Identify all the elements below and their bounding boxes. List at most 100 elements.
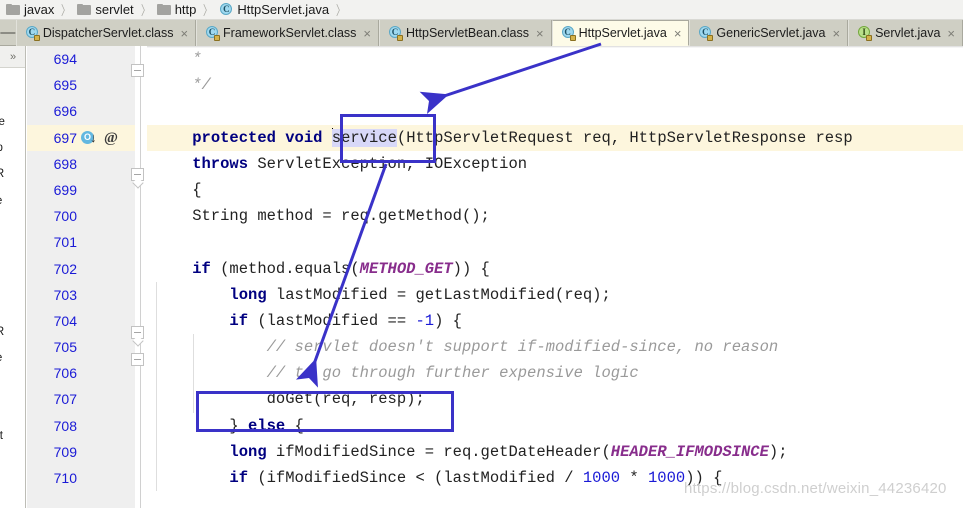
tab-httpservletbean-class[interactable]: C HttpServletBean.class × [379, 20, 552, 46]
close-icon[interactable]: × [947, 27, 955, 40]
breadcrumb-item-httpservlet-java[interactable]: C HttpServlet.java [219, 0, 329, 20]
fold-marker-699[interactable] [131, 168, 144, 181]
gutter-icon-group: O ↓ @ [81, 125, 118, 151]
code-number: 1000 [648, 469, 686, 487]
gutter-line-697[interactable]: 697 O ↓ @ [27, 124, 135, 151]
close-icon[interactable]: × [833, 27, 841, 40]
ide-window: javax 〉 servlet 〉 http 〉 C HttpServlet.j… [0, 0, 963, 508]
override-method-icon[interactable]: O ↓ [81, 130, 97, 145]
code-line-703[interactable]: long lastModified = getLastModified(req)… [147, 281, 963, 308]
list-item[interactable]: E: St [0, 423, 25, 449]
gutter-line-695[interactable]: 695 [27, 72, 135, 98]
code-line-701[interactable] [147, 229, 963, 255]
doget-call-highlight-box [196, 391, 454, 432]
tab-genericservlet-java[interactable]: C GenericServlet.java × [689, 20, 849, 46]
list-item[interactable]: letRe [0, 109, 25, 135]
tab-label: DispatcherServlet.class [42, 26, 174, 40]
code-line-705[interactable]: // servlet doesn't support if-modified-s… [147, 334, 963, 361]
close-icon[interactable]: × [536, 27, 544, 40]
code-text: String method = req.getMethod(); [155, 207, 490, 226]
tab-dispatcherservlet-class[interactable]: C DispatcherServlet.class × [15, 20, 197, 46]
code-line-704[interactable]: if (lastModified == -1) { [147, 307, 963, 335]
code-line-695[interactable]: */ [147, 72, 963, 98]
code-line-699[interactable]: { [147, 177, 963, 203]
list-item[interactable]: ervl [0, 292, 25, 318]
annotation-at-icon[interactable]: @ [104, 125, 118, 151]
breadcrumb-item-javax[interactable]: javax [6, 0, 54, 20]
gutter-line-700[interactable]: 700 [27, 203, 135, 229]
gutter-line-709[interactable]: 709 [27, 439, 135, 465]
list-item[interactable]: vletR [0, 161, 25, 187]
gutter-line-708[interactable]: 708 [27, 413, 135, 439]
code-constant: HEADER_IFMODSINCE [610, 442, 769, 461]
list-item[interactable]: Stri [0, 449, 25, 475]
gutter-line-706[interactable]: 706 [27, 360, 135, 386]
code-text: (lastModified == [248, 311, 416, 330]
close-icon[interactable]: × [180, 27, 188, 40]
close-icon[interactable]: × [363, 27, 371, 40]
gutter-line-703[interactable]: 703 [27, 282, 135, 308]
code-line-702[interactable]: if (method.equals(METHOD_GET)) { [147, 256, 963, 282]
fold-marker-706[interactable] [131, 353, 144, 366]
gutter-line-702[interactable]: 702 [27, 256, 135, 282]
code-number: -1 [415, 311, 435, 330]
code-line-706[interactable]: // to go through further expensive logic [147, 360, 963, 387]
gutter-line-696[interactable]: 696 [27, 98, 135, 124]
code-editor[interactable]: * */ protected void service(HttpServletR… [147, 46, 963, 508]
fold-marker-705[interactable] [131, 326, 144, 339]
gutter-line-705[interactable]: 705 [27, 334, 135, 360]
tab-httpservlet-java[interactable]: C HttpServlet.java × [551, 20, 690, 46]
breadcrumb-item-http[interactable]: http [156, 0, 196, 20]
tab-frameworkservlet-class[interactable]: C FrameworkServlet.class × [196, 20, 380, 46]
list-item[interactable]: rvlet [0, 240, 25, 266]
list-item[interactable]: (Http [0, 135, 25, 161]
indent-guide [156, 281, 157, 308]
java-class-icon: C [219, 2, 233, 17]
tab-label: HttpServletBean.class [406, 26, 529, 40]
list-item[interactable]: tRe [0, 214, 25, 240]
gutter-line-698[interactable]: 698 [27, 151, 135, 177]
breadcrumb-item-servlet[interactable]: servlet [77, 0, 134, 20]
code-text: { [155, 180, 202, 199]
gutter-line-704[interactable]: 704 [27, 308, 135, 334]
line-number: 701 [53, 234, 77, 251]
code-line-697[interactable]: protected void service(HttpServletReques… [147, 124, 963, 151]
code-folding-strip[interactable] [131, 46, 147, 508]
list-item[interactable]: tring [0, 476, 25, 502]
indent-guide [193, 360, 194, 387]
code-line-709[interactable]: long ifModifiedSince = req.getDateHeader… [147, 438, 963, 465]
indent-guide [156, 307, 157, 335]
expand-panel-button[interactable]: » [0, 46, 25, 68]
list-item[interactable]: que [0, 397, 25, 423]
list-item[interactable]: NS: [0, 502, 25, 508]
code-line-694[interactable]: * [147, 46, 963, 72]
fold-marker-695[interactable] [131, 64, 144, 77]
folder-icon [77, 4, 92, 15]
indent-guide [156, 438, 157, 465]
list-item[interactable]: odifi [0, 371, 25, 397]
tab-label: Servlet.java [875, 26, 941, 40]
gutter-line-707[interactable]: 707 [27, 386, 135, 412]
line-number: 709 [53, 443, 77, 460]
list-item[interactable]: vletR [0, 319, 25, 345]
gutter-line-694[interactable]: 694 [27, 46, 135, 72]
tab-label: FrameworkServlet.class [223, 26, 357, 40]
minimize-tabs-button[interactable]: — [0, 20, 16, 45]
tab-label: HttpServlet.java [578, 26, 667, 40]
gutter-line-699[interactable]: 699 [27, 177, 135, 203]
list-item[interactable]: etRe [0, 188, 25, 214]
list-item[interactable]: etRe [0, 345, 25, 371]
java-interface-icon: I [857, 26, 873, 41]
tab-servlet-java[interactable]: I Servlet.java × [848, 20, 963, 46]
code-line-696[interactable] [147, 98, 963, 124]
close-icon[interactable]: × [674, 27, 682, 40]
gutter-line-710[interactable]: 710 [27, 465, 135, 491]
editor-gutter[interactable]: 694 695 696 697 O ↓ @698 699 700 701 702 703 704 705 7… [27, 46, 135, 508]
code-line-700[interactable]: String method = req.getMethod(); [147, 203, 963, 229]
gutter-line-701[interactable]: 701 [27, 229, 135, 255]
code-line-698[interactable]: throws ServletException, IOException [147, 151, 963, 177]
breadcrumb-separator-icon: 〉 [336, 3, 346, 18]
structure-item-list[interactable]: letRe (Http vletR etRe tRe rvlet etho er… [0, 68, 25, 508]
list-item[interactable]: etho [0, 266, 25, 292]
